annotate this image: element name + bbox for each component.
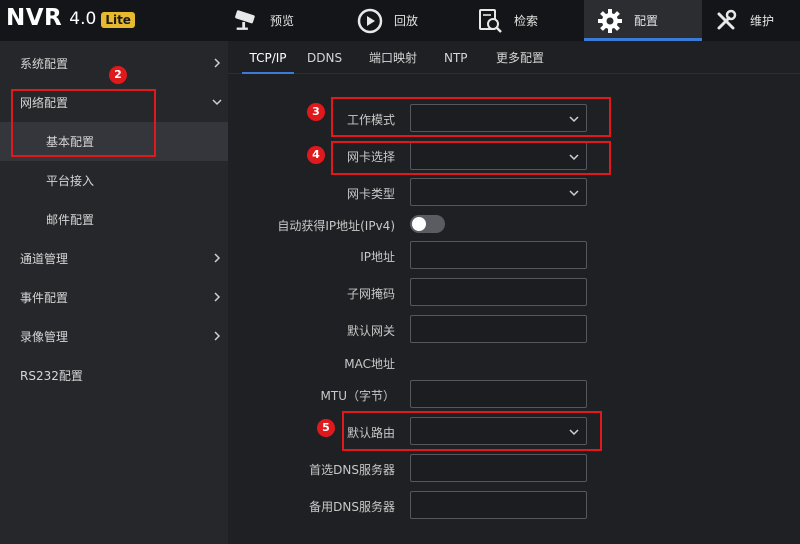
highlight-box-default-route — [342, 411, 602, 451]
chevron-down-icon — [569, 190, 579, 197]
tab-label: 端口映射 — [369, 51, 418, 65]
sidebar-item-recording-management[interactable]: 录像管理 — [0, 317, 228, 356]
logo: NVR 4.0 Lite — [6, 4, 135, 30]
nav-maintenance-label: 维护 — [750, 14, 775, 28]
chevron-right-icon — [214, 253, 221, 263]
tab-tcpip[interactable]: TCP/IP — [242, 41, 294, 74]
logo-text: NVR — [6, 5, 63, 31]
sidebar-item-event-config[interactable]: 事件配置 — [0, 278, 228, 317]
step-badge-2: 2 — [109, 66, 127, 84]
tab-port-mapping[interactable]: 端口映射 — [369, 41, 417, 74]
chevron-right-icon — [214, 331, 221, 341]
chevron-right-icon — [214, 58, 221, 68]
tab-ntp[interactable]: NTP — [444, 41, 468, 74]
sidebar-item-label: 平台接入 — [46, 174, 95, 188]
tab-ddns[interactable]: DDNS — [307, 41, 342, 74]
mtu-field[interactable] — [410, 380, 587, 408]
sidebar-item-label: 系统配置 — [20, 57, 69, 71]
tab-label: 更多配置 — [496, 51, 545, 65]
subnet-mask-field[interactable] — [410, 278, 587, 306]
nav-search-label: 检索 — [514, 14, 539, 28]
secondary-dns-field[interactable] — [410, 491, 587, 519]
tab-label: TCP/IP — [249, 50, 287, 65]
nic-type-select[interactable] — [410, 178, 587, 206]
tab-more-config[interactable]: 更多配置 — [496, 41, 544, 74]
highlight-box-work-mode — [331, 97, 611, 137]
search-file-icon — [476, 7, 504, 35]
tab-active-indicator — [242, 72, 294, 74]
sidebar-item-channel-management[interactable]: 通道管理 — [0, 239, 228, 278]
sidebar-item-platform-access[interactable]: 平台接入 — [0, 161, 228, 200]
nic-type-label: 网卡类型 — [346, 187, 395, 201]
sidebar-item-email-config[interactable]: 邮件配置 — [0, 200, 228, 239]
nav-playback-label: 回放 — [394, 14, 419, 28]
nav-maintenance[interactable]: 维护 — [712, 0, 800, 41]
nav-config-label: 配置 — [634, 14, 659, 28]
chevron-right-icon — [214, 292, 221, 302]
sidebar-item-label: 录像管理 — [20, 330, 69, 344]
top-bar: NVR 4.0 Lite 预览 回放 检索 配置 维护 — [0, 0, 800, 41]
nav-config[interactable]: 配置 — [584, 0, 702, 41]
dhcp-toggle[interactable] — [410, 215, 445, 233]
tab-bar: TCP/IP DDNS 端口映射 NTP 更多配置 — [228, 41, 800, 74]
highlight-box-network-config — [11, 89, 156, 157]
camera-icon — [232, 7, 260, 35]
default-gateway-label: 默认网关 — [346, 324, 395, 338]
primary-dns-field[interactable] — [410, 454, 587, 482]
tab-label: NTP — [444, 50, 468, 65]
ip-address-field[interactable] — [410, 241, 587, 269]
mtu-label: MTU（字节） — [320, 389, 395, 403]
step-badge-5: 5 — [317, 419, 335, 437]
logo-lite-badge: Lite — [101, 12, 135, 28]
nav-preview-label: 预览 — [270, 14, 295, 28]
step-badge-3: 3 — [307, 103, 325, 121]
sidebar-item-rs232-config[interactable]: RS232配置 — [0, 356, 228, 395]
step-badge-4: 4 — [307, 146, 325, 164]
dhcp-label: 自动获得IP地址(IPv4) — [277, 219, 395, 233]
wrench-icon — [712, 7, 740, 35]
logo-version: 4.0 — [69, 9, 97, 29]
primary-dns-label: 首选DNS服务器 — [309, 463, 395, 477]
sidebar-item-label: 事件配置 — [20, 291, 69, 305]
mac-address-label: MAC地址 — [344, 357, 395, 371]
tab-label: DDNS — [307, 50, 343, 65]
highlight-box-nic-select — [331, 141, 611, 175]
nav-playback[interactable]: 回放 — [356, 0, 466, 41]
ip-address-label: IP地址 — [360, 250, 395, 264]
playback-icon — [356, 7, 384, 35]
chevron-down-icon — [212, 99, 222, 106]
sidebar-item-label: RS232配置 — [20, 369, 83, 383]
gear-icon — [596, 7, 624, 35]
subnet-mask-label: 子网掩码 — [346, 287, 395, 301]
nav-preview[interactable]: 预览 — [232, 0, 342, 41]
sidebar-item-label: 通道管理 — [20, 252, 69, 266]
sidebar-item-label: 邮件配置 — [46, 213, 95, 227]
nav-search[interactable]: 检索 — [476, 0, 581, 41]
toggle-knob — [412, 217, 426, 231]
secondary-dns-label: 备用DNS服务器 — [309, 500, 395, 514]
default-gateway-field[interactable] — [410, 315, 587, 343]
